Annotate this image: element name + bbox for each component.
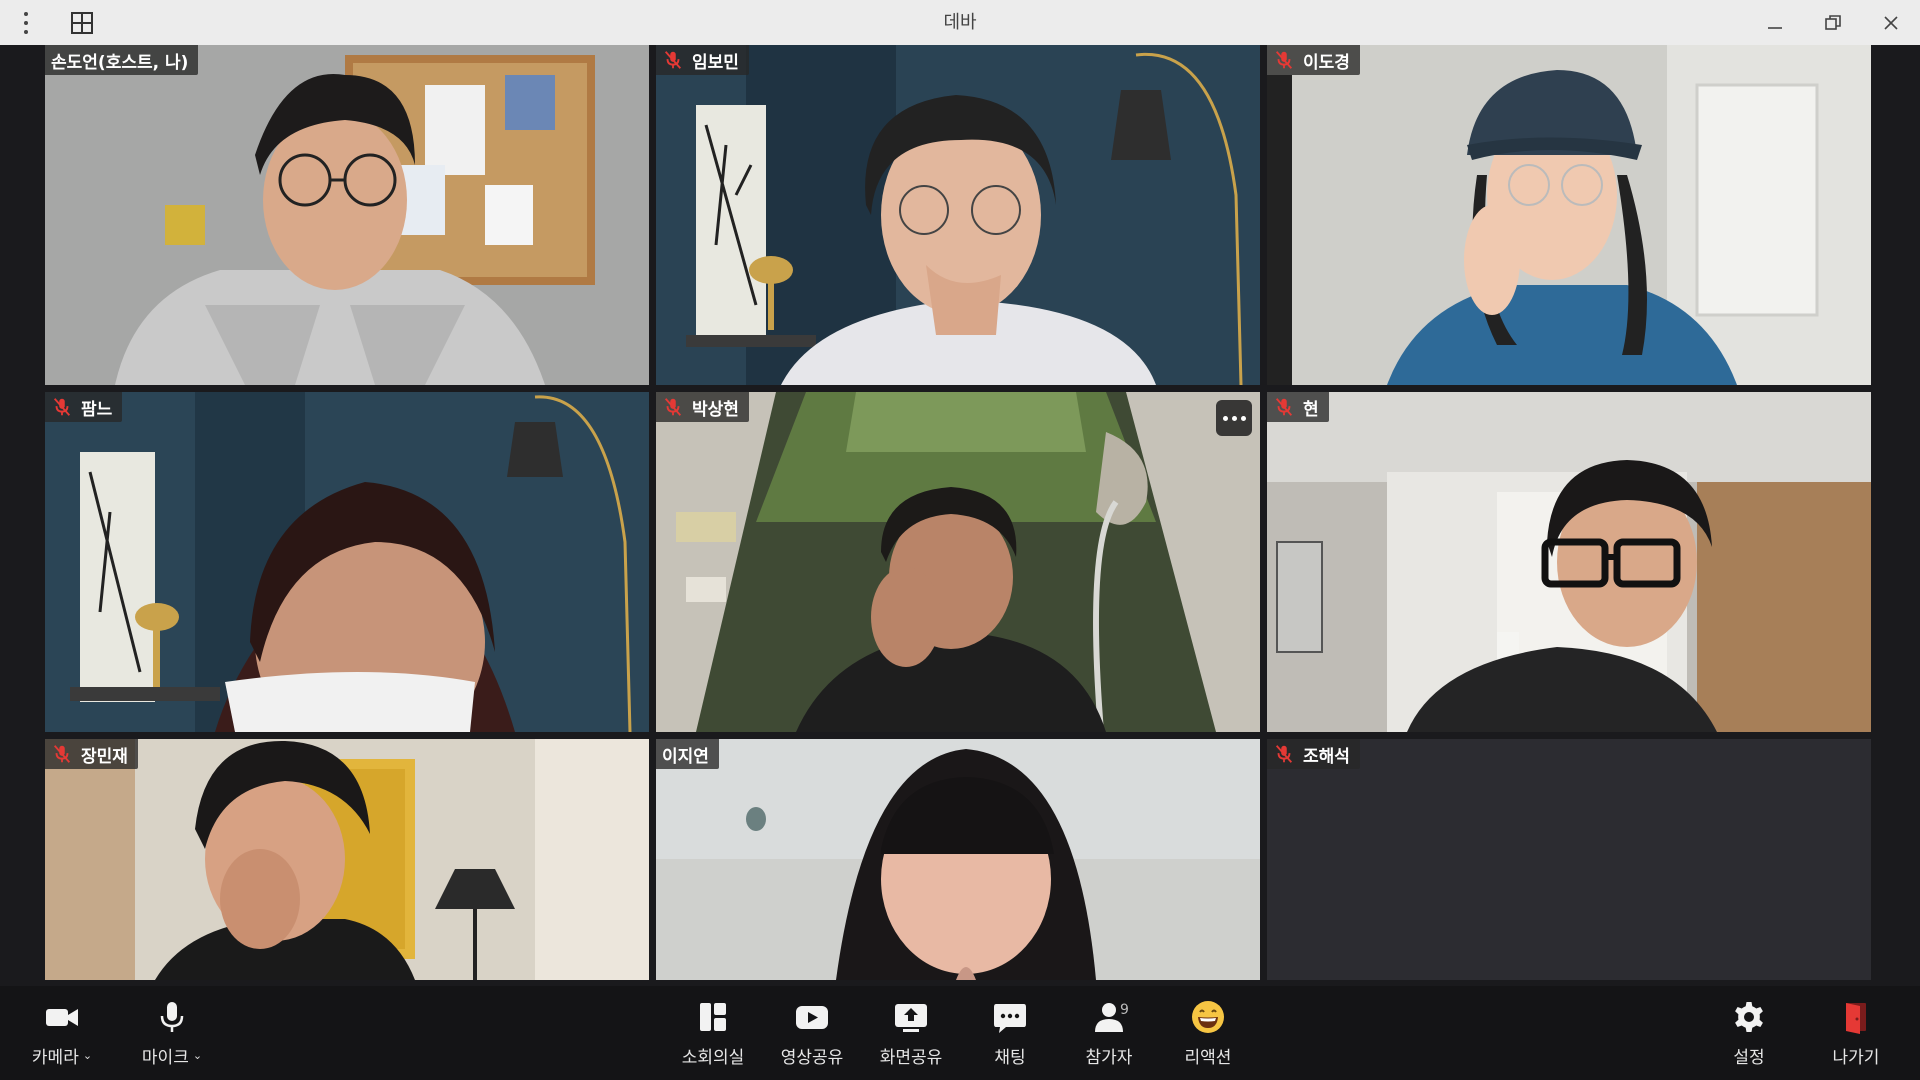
leave-label: 나가기: [1832, 1047, 1880, 1068]
video-tile[interactable]: 박상현: [656, 392, 1260, 732]
video-tile[interactable]: 이지연: [656, 739, 1260, 980]
mic-muted-icon: [53, 398, 71, 416]
breakout-rooms-button[interactable]: 소회의실: [664, 986, 762, 1080]
camera-label: 카메라: [31, 1047, 79, 1068]
participant-name-tag: 손도언(호스트, 나): [45, 45, 199, 75]
participant-name-tag: 이지연: [656, 739, 719, 769]
close-icon: [1884, 15, 1898, 30]
video-tile[interactable]: 이도경: [1267, 45, 1871, 385]
reactions-label: 리액션: [1184, 1047, 1232, 1068]
camera-button[interactable]: 카메라 ⌄: [13, 986, 111, 1080]
mic-muted-icon: [53, 745, 71, 763]
video-share-button[interactable]: 영상공유: [763, 986, 861, 1080]
participant-video: [1267, 45, 1871, 385]
screen-share-button[interactable]: 화면공유: [862, 986, 960, 1080]
restore-button[interactable]: [1804, 0, 1862, 45]
participant-name: 팜느: [81, 399, 113, 420]
gear-icon: [1735, 1001, 1763, 1032]
meeting-toolbar: 카메라 ⌄ 마이크 ⌄ 소회의실 영상공유 화면공유 채팅 9 참가자 리액션 …: [0, 986, 1920, 1080]
participant-name: 조해석: [1303, 746, 1350, 767]
participant-video: [656, 392, 1260, 732]
participant-name: 현: [1303, 399, 1319, 420]
settings-button[interactable]: 설정: [1700, 986, 1798, 1080]
participant-video: [45, 739, 649, 980]
video-tile[interactable]: 조해석: [1267, 739, 1871, 980]
tile-more-options-button[interactable]: [1216, 400, 1252, 436]
video-tile[interactable]: 손도언(호스트, 나): [45, 45, 649, 385]
reactions-button[interactable]: 리액션: [1159, 986, 1257, 1080]
settings-label: 설정: [1733, 1047, 1765, 1068]
microphone-icon: [160, 1001, 184, 1032]
participant-name-tag: 현: [1267, 392, 1329, 422]
participant-name-tag: 이도경: [1267, 45, 1360, 75]
video-tile[interactable]: 팜느: [45, 392, 649, 732]
participant-video: [1267, 392, 1871, 732]
participant-video: [656, 45, 1260, 385]
chat-bubble-icon: [994, 1003, 1026, 1033]
video-camera-icon: [46, 1008, 78, 1026]
participant-name: 장민재: [81, 746, 128, 767]
mic-muted-icon: [664, 398, 682, 416]
more-menu-icon[interactable]: [16, 11, 36, 35]
chat-button[interactable]: 채팅: [961, 986, 1059, 1080]
mic-muted-icon: [664, 51, 682, 69]
participant-name-tag: 조해석: [1267, 739, 1360, 769]
participant-name-tag: 임보민: [656, 45, 749, 75]
participant-name-tag: 박상현: [656, 392, 749, 422]
chat-label: 채팅: [994, 1047, 1026, 1068]
participants-button[interactable]: 9 참가자: [1060, 986, 1158, 1080]
participant-name-tag: 팜느: [45, 392, 123, 422]
microphone-button[interactable]: 마이크 ⌄: [123, 986, 221, 1080]
chevron-down-icon[interactable]: ⌄: [83, 1049, 92, 1062]
participant-name: 이지연: [662, 746, 709, 767]
microphone-label: 마이크: [141, 1047, 189, 1068]
breakout-rooms-label: 소회의실: [681, 1047, 745, 1068]
window-title: 데바: [943, 12, 977, 33]
video-tile[interactable]: 임보민: [656, 45, 1260, 385]
participants-count: 9: [1120, 1002, 1129, 1018]
participant-name-tag: 장민재: [45, 739, 138, 769]
gallery-view-icon[interactable]: [70, 11, 94, 35]
chevron-down-icon[interactable]: ⌄: [193, 1049, 202, 1062]
video-share-label: 영상공유: [780, 1047, 844, 1068]
participant-video: [45, 45, 649, 385]
participant-video: [656, 739, 1260, 980]
participant-name: 박상현: [692, 399, 739, 420]
laughing-emoji-icon: [1192, 1000, 1224, 1033]
title-bar: 데바: [0, 0, 1920, 45]
mic-muted-icon: [1275, 745, 1293, 763]
minimize-icon: [1768, 26, 1782, 29]
breakout-rooms-icon: [700, 1002, 726, 1031]
participant-name: 임보민: [692, 52, 739, 73]
participant-video: [45, 392, 649, 732]
video-tile[interactable]: 현: [1267, 392, 1871, 732]
close-button[interactable]: [1862, 0, 1920, 45]
play-video-icon: [796, 1005, 828, 1029]
participant-name: 손도언(호스트, 나): [51, 52, 189, 73]
video-grid: 손도언(호스트, 나) 임보민 이도경 팜느 박상현 현 장민재 이지연 조해석: [45, 45, 1872, 986]
minimize-button[interactable]: [1746, 0, 1804, 45]
restore-icon: [1825, 14, 1841, 30]
participant-name: 이도경: [1303, 52, 1350, 73]
leave-button[interactable]: 나가기: [1807, 986, 1905, 1080]
screen-share-icon: [895, 1003, 927, 1032]
screen-share-label: 화면공유: [879, 1047, 943, 1068]
mic-muted-icon: [1275, 51, 1293, 69]
mic-muted-icon: [1275, 398, 1293, 416]
video-tile[interactable]: 장민재: [45, 739, 649, 980]
exit-door-icon: [1846, 1002, 1866, 1034]
participants-label: 참가자: [1085, 1047, 1133, 1068]
